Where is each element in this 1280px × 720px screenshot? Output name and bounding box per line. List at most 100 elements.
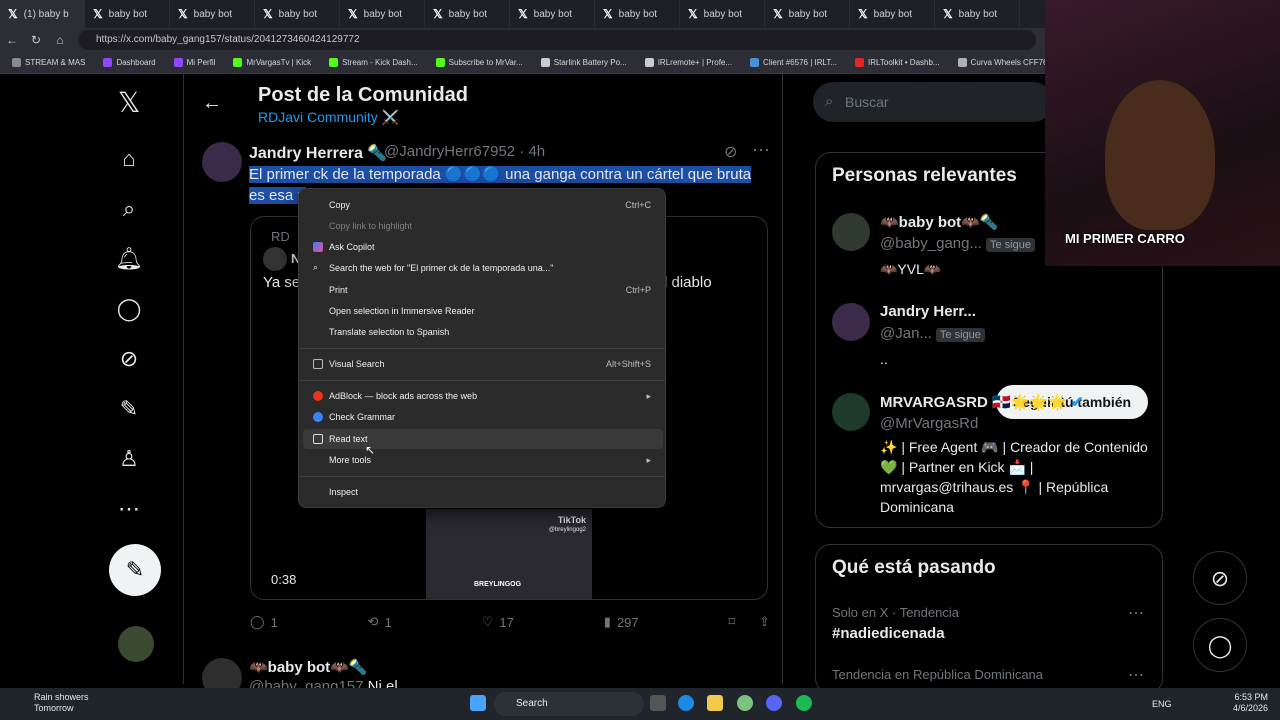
notifications-icon[interactable]: 🔔︎ [114, 244, 144, 274]
community-link[interactable]: RDJavi Community ⚔️ [258, 109, 399, 126]
menu-adblock[interactable]: AdBlock — block ads across the web ▸ [303, 386, 663, 406]
menu-read-text[interactable]: Read text [303, 429, 663, 449]
share-icon[interactable]: ⇪ [759, 614, 770, 630]
menu-label: Translate selection to Spanish [329, 327, 450, 337]
tab-8[interactable]: 𝕏baby bot [680, 0, 765, 28]
video-thumbnail[interactable]: TikTok @breylingog2 BREYLINGOG [426, 509, 592, 599]
tab-1[interactable]: 𝕏baby bot [85, 0, 170, 28]
menu-inspect[interactable]: Inspect [303, 482, 663, 502]
taskbar-search[interactable]: Search [494, 692, 644, 716]
lists-icon[interactable]: ✎ [114, 394, 144, 424]
follows-you-badge: Te sigue [935, 328, 985, 342]
grok-icon[interactable]: ⊘ [114, 344, 144, 374]
home-icon[interactable]: ⌂ [48, 33, 72, 47]
author-name[interactable]: Jandry Herrera 🔦 [249, 143, 387, 163]
task-view-icon[interactable] [650, 695, 666, 711]
person-name[interactable]: 🦇baby bot🦇🔦 [880, 213, 999, 231]
bookmark-item[interactable]: Dashboard [97, 58, 161, 67]
tab-3[interactable]: 𝕏baby bot [255, 0, 340, 28]
account-avatar[interactable] [118, 626, 154, 662]
weather-widget[interactable]: Rain showers Tomorrow [12, 692, 89, 714]
person-avatar[interactable] [832, 303, 870, 341]
back-arrow-icon[interactable]: ← [202, 92, 222, 115]
like-button[interactable]: ♡ 17 [482, 614, 514, 630]
tab-2[interactable]: 𝕏baby bot [170, 0, 255, 28]
menu-search-web[interactable]: ⌕ Search the web for "El primer ck de la … [303, 258, 663, 278]
bookmark-item[interactable]: IRLremote+ | Profe... [639, 58, 738, 67]
profile-icon[interactable]: ♙ [114, 444, 144, 474]
menu-label: Check Grammar [329, 412, 396, 422]
trend-name[interactable]: #nadiedicenada [832, 625, 945, 642]
submenu-arrow-icon: ▸ [646, 454, 651, 465]
bookmark-item[interactable]: Stream - Kick Dash... [323, 58, 424, 67]
x-logo-icon: 𝕏 [603, 7, 613, 21]
bookmark-item[interactable]: Curva Wheels CFF76 [952, 58, 1054, 67]
bookmark-label: Curva Wheels CFF76 [970, 58, 1048, 67]
menu-print[interactable]: Print Ctrl+P [303, 280, 663, 300]
views-button[interactable]: ▮ 297 [604, 614, 639, 630]
reply-button[interactable]: ◯ 1 [250, 614, 278, 630]
tab-11[interactable]: 𝕏baby bot [935, 0, 1020, 28]
file-explorer-icon[interactable] [707, 695, 723, 711]
tab-4[interactable]: 𝕏baby bot [340, 0, 425, 28]
search-icon: ⌕ [825, 93, 834, 110]
discord-icon[interactable] [766, 695, 782, 711]
tab-5[interactable]: 𝕏baby bot [425, 0, 510, 28]
tab-0[interactable]: 𝕏 (1) baby b [0, 0, 85, 28]
person-name[interactable]: Jandry Herr... [880, 303, 976, 320]
tab-10[interactable]: 𝕏baby bot [850, 0, 935, 28]
clock-date: 4/6/2026 [1232, 703, 1268, 713]
x-logo-icon[interactable]: 𝕏 [114, 88, 144, 118]
edge-icon[interactable] [678, 695, 694, 711]
bookmark-icon: ⌑ [728, 614, 736, 629]
person-avatar[interactable] [832, 393, 870, 431]
search-icon[interactable]: ⌕ [114, 194, 144, 224]
x-logo-icon: 𝕏 [178, 7, 188, 21]
grok-icon[interactable]: ⊘ [724, 142, 737, 162]
url-input[interactable]: https://x.com/baby_gang157/status/204127… [78, 30, 1036, 50]
bookmark-item[interactable]: Mi Perfil [168, 58, 222, 67]
bookmark-item[interactable]: Client #6576 | IRLT... [744, 58, 843, 67]
refresh-icon[interactable]: ↻ [24, 33, 48, 47]
bookmark-item[interactable]: MrVargasTv | Kick [227, 58, 317, 67]
back-icon[interactable]: ← [0, 33, 24, 47]
bookmark-item[interactable]: IRLToolkit • Dashb... [849, 58, 946, 67]
search-icon: ⌕ [313, 262, 319, 272]
tab-6[interactable]: 𝕏baby bot [510, 0, 595, 28]
menu-check-grammar[interactable]: Check Grammar [303, 407, 663, 427]
repost-button[interactable]: ⟲ 1 [368, 614, 392, 630]
author-handle[interactable]: @JandryHerr67952 · 4h [384, 143, 545, 160]
menu-copy[interactable]: Copy Ctrl+C [303, 195, 663, 215]
messages-icon[interactable]: ◯ [114, 294, 144, 324]
wheel-icon [957, 58, 967, 67]
bookmark-button[interactable]: ⌑ ⇪ [728, 614, 770, 630]
menu-ask-copilot[interactable]: Ask Copilot [303, 237, 663, 257]
bookmark-item[interactable]: Subscribe to MrVar... [430, 58, 529, 67]
menu-more-tools[interactable]: More tools ▸ [303, 450, 663, 470]
windows-start-icon[interactable] [470, 695, 486, 711]
more-options-icon[interactable]: ⋯ [1128, 665, 1144, 685]
compose-post-button[interactable]: ✎ [109, 544, 161, 596]
more-options-icon[interactable]: ⋯ [752, 140, 770, 161]
more-icon[interactable]: ⋯ [114, 494, 144, 524]
clock[interactable]: 6:53 PM 4/6/2026 [1233, 692, 1268, 714]
app-icon[interactable] [737, 695, 753, 711]
more-options-icon[interactable]: ⋯ [1128, 603, 1144, 623]
language-indicator[interactable]: ENG [1152, 699, 1172, 709]
search-input[interactable]: ⌕ Buscar [813, 82, 1053, 122]
author-avatar[interactable] [202, 142, 242, 182]
tab-9[interactable]: 𝕏baby bot [765, 0, 850, 28]
menu-translate[interactable]: Translate selection to Spanish [303, 322, 663, 342]
messages-fab[interactable]: ◯ [1193, 618, 1247, 672]
bookmark-item[interactable]: Starlink Battery Po... [535, 58, 633, 67]
menu-visual-search[interactable]: Visual Search Alt+Shift+S [303, 354, 663, 374]
person-name[interactable]: MRVARGASRD 🇩🇴🌟🌟🌟 ✔ [880, 393, 1083, 411]
person-avatar[interactable] [832, 213, 870, 251]
home-icon[interactable]: ⌂ [114, 144, 144, 174]
reply-author[interactable]: 🦇baby bot🦇🔦 [249, 658, 368, 676]
menu-immersive-reader[interactable]: Open selection in Immersive Reader [303, 301, 663, 321]
spotify-icon[interactable] [796, 695, 812, 711]
tab-7[interactable]: 𝕏baby bot [595, 0, 680, 28]
bookmark-item[interactable]: STREAM & MAS [6, 58, 91, 67]
grok-fab[interactable]: ⊘ [1193, 551, 1247, 605]
